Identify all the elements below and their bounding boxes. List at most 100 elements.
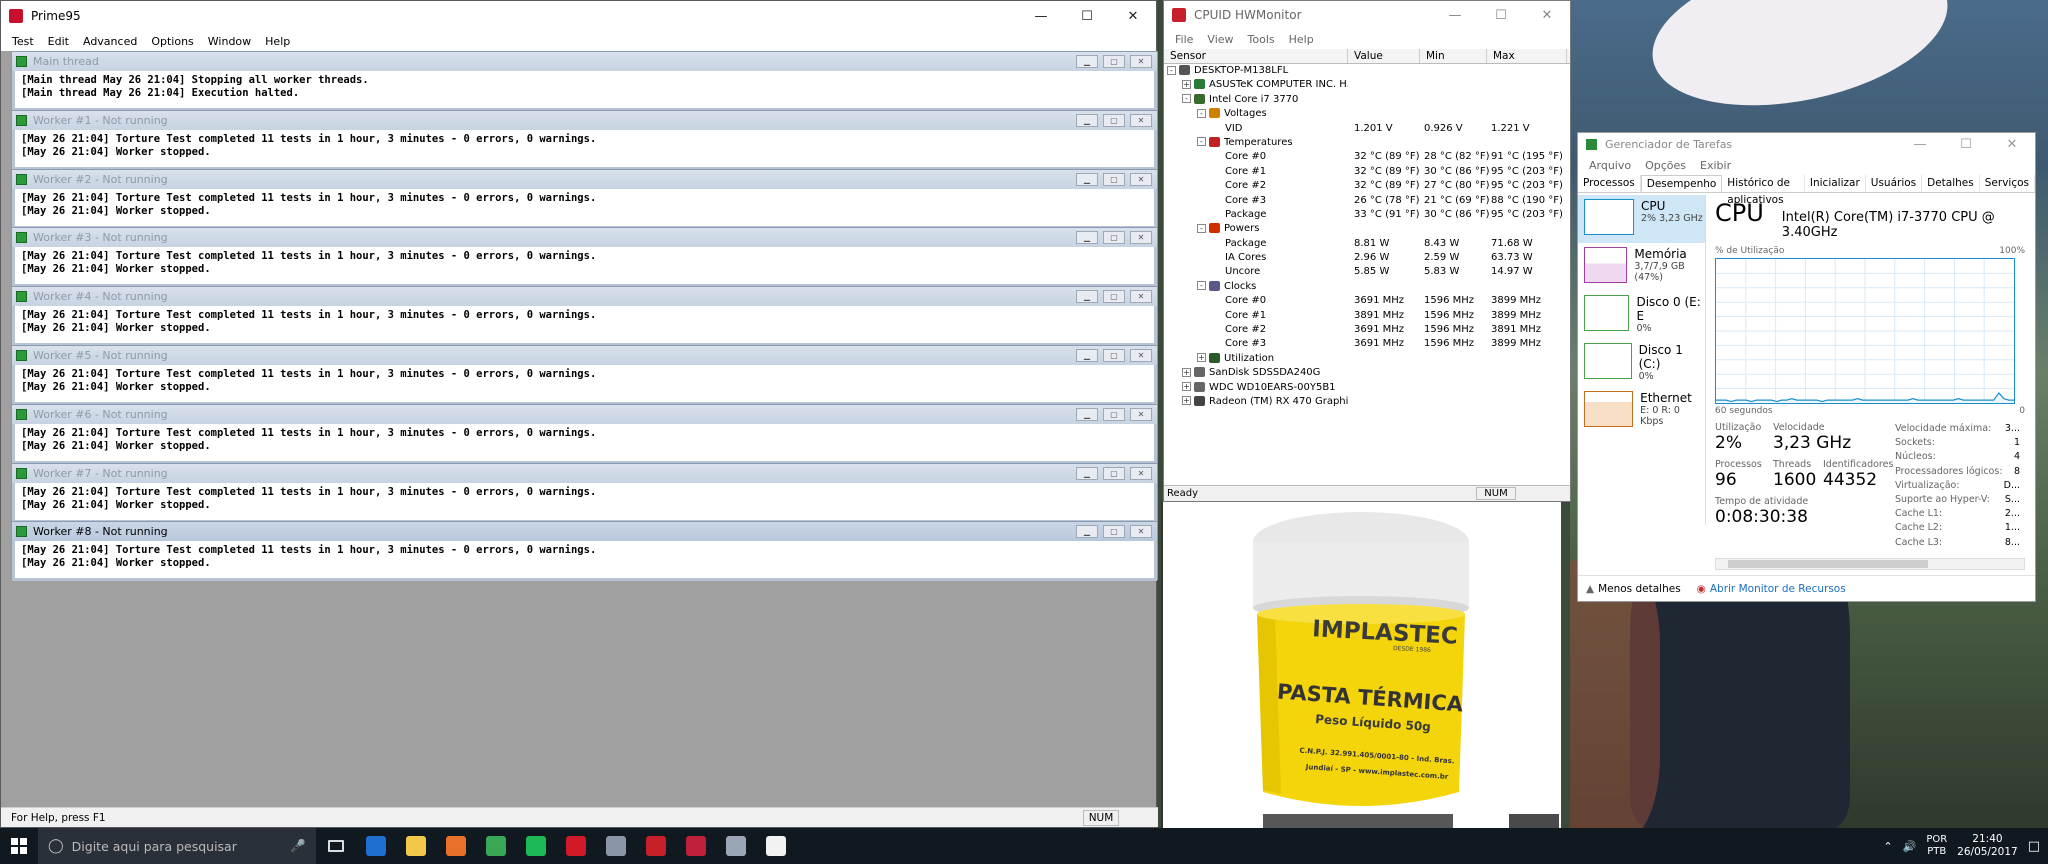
maximize-button[interactable]: ☐ [1064,1,1110,31]
sensor-row[interactable]: - Voltages [1164,107,1570,121]
worker-window[interactable]: Worker #2 - Not running ▁ ▢ ✕ [May 26 21:04]… [11,168,1158,229]
sensor-row[interactable]: + Radeon (TM) RX 470 Graphics [1164,395,1570,409]
notifications-icon[interactable]: □ [2028,839,2040,854]
tab-0[interactable]: Processos [1578,175,1641,192]
firefox-taskbar-button[interactable] [436,828,476,864]
volume-icon[interactable]: 🔊 [1903,840,1917,853]
menu-tools[interactable]: Tools [1241,33,1282,46]
worker-window[interactable]: Worker #5 - Not running ▁ ▢ ✕ [May 26 21:04]… [11,345,1158,405]
prime95-titlebar[interactable]: Prime95 — ☐ ✕ [1,1,1156,31]
collapse-icon[interactable]: - [1197,223,1206,233]
menu-help[interactable]: Help [258,35,297,48]
resource-item[interactable]: Ethernet E: 0 R: 0 Kbps [1578,387,1705,435]
resource-item[interactable]: Disco 0 (E: E 0% [1578,291,1705,339]
tab-4[interactable]: Usuários [1866,175,1923,192]
mdi-titlebar[interactable]: Worker #4 - Not running ▁ ▢ ✕ [12,287,1157,307]
collapse-icon[interactable]: - [1197,281,1206,291]
mdi-titlebar[interactable]: Worker #8 - Not running ▁ ▢ ✕ [12,522,1157,542]
chrome-taskbar-button[interactable] [476,828,516,864]
sensor-row[interactable]: Package 33 °C (91 °F) 30 °C (86 °F) 95 °C (… [1164,208,1570,222]
photos-taskbar-button[interactable] [756,828,796,864]
close-button[interactable]: ✕ [1130,231,1152,245]
close-button[interactable]: ✕ [1130,525,1152,539]
sensor-row[interactable]: Uncore 5.85 W 5.83 W 14.97 W [1164,265,1570,279]
sensor-row[interactable]: Core #2 3691 MHz 1596 MHz 3891 MHz [1164,323,1570,337]
restore-button[interactable]: ▢ [1103,113,1125,127]
chevron-up-icon[interactable]: ⌃ [1883,840,1892,853]
restore-button[interactable]: ▢ [1103,172,1125,186]
collapse-icon[interactable]: - [1197,137,1206,147]
expand-icon[interactable]: + [1197,353,1206,363]
minimize-button[interactable]: ▁ [1076,407,1098,421]
mdi-titlebar[interactable]: Worker #2 - Not running ▁ ▢ ✕ [12,169,1157,189]
maximize-button[interactable]: ☐ [1478,0,1524,30]
tab-3[interactable]: Inicializar [1805,175,1866,192]
sensor-row[interactable]: + Utilization [1164,352,1570,366]
restore-button[interactable]: ▢ [1103,290,1125,304]
expand-icon[interactable]: + [1182,367,1191,377]
expand-icon[interactable]: + [1182,382,1191,392]
collapse-icon[interactable]: - [1197,108,1206,118]
menu-test[interactable]: Test [5,35,41,48]
close-button[interactable]: ✕ [1130,466,1152,480]
sensor-row[interactable]: + SanDisk SDSSDA240G [1164,366,1570,380]
menu-window[interactable]: Window [201,35,258,48]
close-button[interactable]: ✕ [1110,1,1156,31]
task-manager-titlebar[interactable]: Gerenciador de Tarefas — ☐ ✕ [1578,133,2035,155]
tab-2[interactable]: Histórico de aplicativos [1722,175,1805,206]
prime95-taskbar-taskbar-button[interactable] [676,828,716,864]
collapse-icon[interactable]: - [1182,94,1191,104]
restore-button[interactable]: ▢ [1103,349,1125,362]
horizontal-scrollbar[interactable] [1715,557,2025,570]
close-button[interactable]: ✕ [1130,55,1152,68]
minimize-button[interactable]: ▁ [1076,290,1098,304]
hwmonitor-titlebar[interactable]: CPUID HWMonitor — ☐ ✕ [1164,1,1570,29]
menu-file[interactable]: File [1168,33,1200,46]
tab-6[interactable]: Serviços [1980,175,2035,192]
sensor-row[interactable]: Core #0 32 °C (89 °F) 28 °C (82 °F) 91 °C (… [1164,150,1570,164]
mdi-titlebar[interactable]: Worker #1 - Not running ▁ ▢ ✕ [12,110,1157,130]
restore-button[interactable]: ▢ [1103,407,1125,421]
spotify-taskbar-button[interactable] [516,828,556,864]
minimize-button[interactable]: ▁ [1076,231,1098,245]
menu-help[interactable]: Help [1282,33,1321,46]
sensor-row[interactable]: - Temperatures [1164,136,1570,150]
minimize-button[interactable]: ▁ [1076,55,1098,68]
taskbar-search-box[interactable]: ◯ Digite aqui para pesquisar 🎤 [38,828,316,864]
start-button[interactable] [0,828,38,864]
resource-item[interactable]: Memória 3,7/7,9 GB (47%) [1578,243,1705,291]
fewer-details-link[interactable]: Menos detalhes [1598,583,1681,595]
minimize-button[interactable]: ▁ [1076,466,1098,480]
opera-taskbar-button[interactable] [556,828,596,864]
close-button[interactable]: ✕ [1130,349,1152,362]
column-max[interactable]: Max [1487,49,1567,63]
hwmonitor-taskbar-taskbar-button[interactable] [596,828,636,864]
mdi-titlebar[interactable]: Worker #5 - Not running ▁ ▢ ✕ [12,346,1157,365]
open-resource-monitor-link[interactable]: Abrir Monitor de Recursos [1710,583,1846,595]
column-min[interactable]: Min [1420,49,1487,63]
worker-window[interactable]: Worker #4 - Not running ▁ ▢ ✕ [May 26 21:04]… [11,286,1158,347]
sensor-row[interactable]: Core #1 32 °C (89 °F) 30 °C (86 °F) 95 °C (… [1164,165,1570,179]
sensor-row[interactable]: Package 8.81 W 8.43 W 71.68 W [1164,237,1570,251]
menu-edit[interactable]: Edit [41,35,76,48]
sensor-row[interactable]: Core #0 3691 MHz 1596 MHz 3899 MHz [1164,294,1570,308]
file-explorer-taskbar-button[interactable] [396,828,436,864]
sensor-row[interactable]: IA Cores 2.96 W 2.59 W 63.73 W [1164,251,1570,265]
restore-button[interactable]: ▢ [1103,525,1125,539]
restore-button[interactable]: ▢ [1103,466,1125,480]
main-thread-window[interactable]: Main thread ▁ ▢ ✕ [Main thread May 26 21:04]… [11,51,1158,111]
worker-window[interactable]: Worker #8 - Not running ▁ ▢ ✕ [May 26 21:04]… [11,521,1158,582]
menu-advanced[interactable]: Advanced [76,35,144,48]
collapse-icon[interactable]: - [1167,65,1176,75]
sensor-row[interactable]: Core #3 26 °C (78 °F) 21 °C (69 °F) 88 °C (… [1164,194,1570,208]
minimize-button[interactable]: ▁ [1076,172,1098,186]
column-sensor[interactable]: Sensor [1164,49,1348,63]
sensor-row[interactable]: - Powers [1164,222,1570,236]
restore-button[interactable]: ▢ [1103,231,1125,245]
sensor-row[interactable]: + ASUSTeK COMPUTER INC. H... [1164,78,1570,92]
cpuid-taskbar-button[interactable] [716,828,756,864]
sensor-row[interactable]: - Clocks [1164,280,1570,294]
sensor-row[interactable]: VID 1.201 V 0.926 V 1.221 V [1164,122,1570,136]
resource-item[interactable]: CPU 2% 3,23 GHz [1578,195,1705,243]
edge-taskbar-button[interactable] [356,828,396,864]
